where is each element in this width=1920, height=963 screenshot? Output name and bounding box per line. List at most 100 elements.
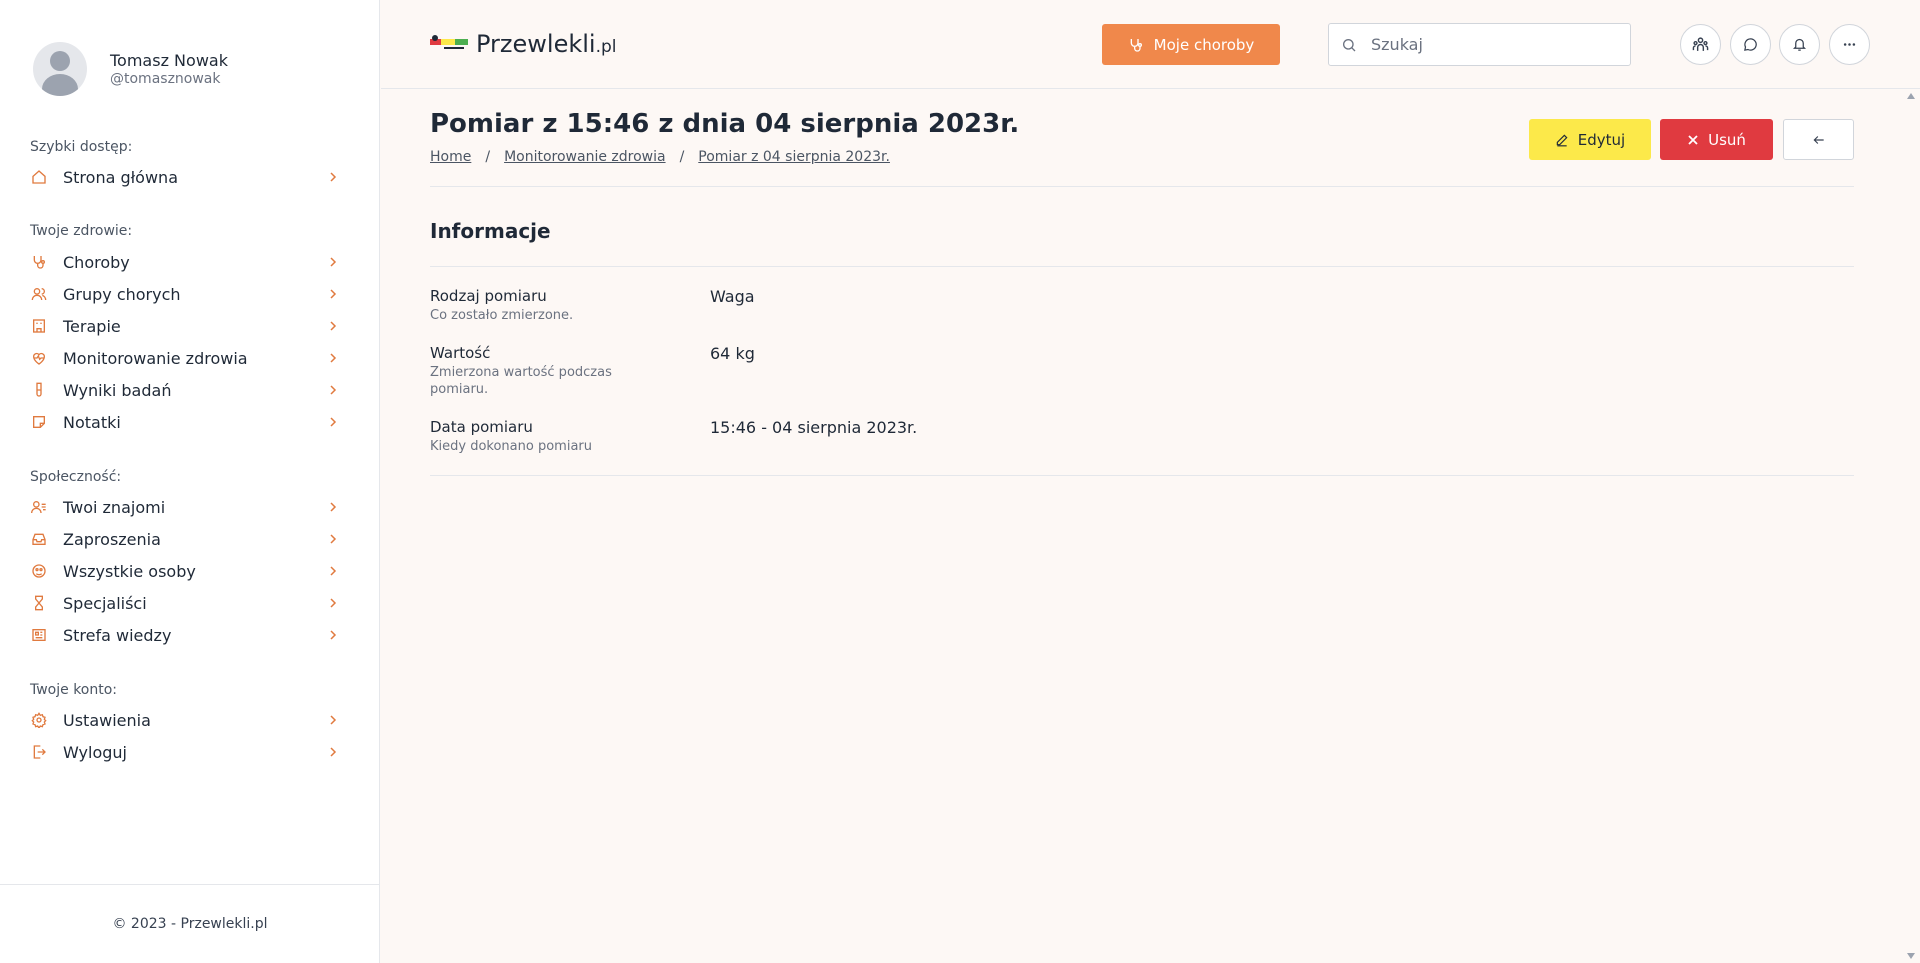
chevron-right-icon bbox=[326, 532, 340, 546]
sidebar-item-label: Grupy chorych bbox=[63, 284, 181, 304]
page-title: Pomiar z 15:46 z dnia 04 sierpnia 2023r. bbox=[430, 109, 1020, 139]
sidebar-item-ustawienia[interactable]: Ustawienia bbox=[30, 706, 340, 734]
chevron-right-icon bbox=[326, 415, 340, 429]
sidebar-item-grupy-chorych[interactable]: Grupy chorych bbox=[30, 280, 340, 308]
back-button[interactable] bbox=[1783, 119, 1854, 160]
messages-button[interactable] bbox=[1730, 24, 1771, 65]
sidebar-item-terapie[interactable]: Terapie bbox=[30, 312, 340, 340]
search-input[interactable] bbox=[1371, 35, 1611, 54]
stethoscope-icon bbox=[30, 253, 48, 271]
people-circle-icon bbox=[30, 562, 48, 580]
search-box[interactable] bbox=[1328, 23, 1631, 66]
sidebar-item-label: Twoi znajomi bbox=[63, 497, 166, 517]
breadcrumb-home[interactable]: Home bbox=[430, 149, 471, 165]
sidebar-item-label: Wyloguj bbox=[63, 742, 127, 762]
scroll-down-arrow-icon[interactable] bbox=[1907, 953, 1915, 959]
scroll-up-arrow-icon[interactable] bbox=[1907, 93, 1915, 99]
arrow-left-icon bbox=[1813, 135, 1824, 144]
sidebar-item-specjalisci[interactable]: Specjaliści bbox=[30, 589, 340, 617]
info-description: Zmierzona wartość podczas pomiaru. bbox=[430, 365, 612, 397]
sidebar-item-label: Choroby bbox=[63, 252, 130, 272]
gear-icon bbox=[30, 711, 48, 729]
newspaper-icon bbox=[30, 626, 48, 644]
logo-mark-icon bbox=[430, 34, 468, 54]
section-title-quick-access: Szybki dostęp: bbox=[30, 139, 133, 155]
info-value: 15:46 - 04 sierpnia 2023r. bbox=[710, 418, 918, 437]
sidebar-footer: © 2023 - Przewlekli.pl bbox=[0, 884, 380, 963]
my-diseases-label: Moje choroby bbox=[1153, 35, 1255, 54]
header-divider bbox=[430, 186, 1854, 187]
bottom-divider bbox=[430, 475, 1854, 476]
more-dots-icon bbox=[1843, 43, 1856, 46]
section-title-health: Twoje zdrowie: bbox=[30, 223, 133, 239]
sidebar-item-wyloguj[interactable]: Wyloguj bbox=[30, 738, 340, 766]
chevron-right-icon bbox=[326, 319, 340, 333]
sidebar-item-zaproszenia[interactable]: Zaproszenia bbox=[30, 525, 340, 553]
info-label: Rodzaj pomiaru bbox=[430, 287, 547, 305]
info-label: Wartość bbox=[430, 344, 491, 362]
chevron-right-icon bbox=[326, 500, 340, 514]
logo-suffix: .pl bbox=[595, 37, 617, 57]
sidebar-item-home[interactable]: Strona główna bbox=[30, 163, 340, 191]
logo[interactable]: Przewlekli.pl bbox=[430, 30, 617, 58]
breadcrumb-separator: / bbox=[679, 149, 685, 165]
chevron-right-icon bbox=[326, 596, 340, 610]
hourglass-icon bbox=[30, 594, 48, 612]
my-diseases-button[interactable]: Moje choroby bbox=[1102, 24, 1280, 65]
building-icon bbox=[30, 317, 48, 335]
info-description: Kiedy dokonano pomiaru bbox=[430, 439, 592, 454]
sidebar-item-wyniki-badan[interactable]: Wyniki badań bbox=[30, 376, 340, 404]
users-icon bbox=[30, 285, 48, 303]
breadcrumb: Home / Monitorowanie zdrowia / Pomiar z … bbox=[430, 149, 890, 165]
sidebar-item-twoi-znajomi[interactable]: Twoi znajomi bbox=[30, 493, 340, 521]
sidebar-item-label: Zaproszenia bbox=[63, 529, 161, 549]
chevron-right-icon bbox=[326, 713, 340, 727]
section-title-account: Twoje konto: bbox=[30, 682, 118, 698]
sidebar-item-notatki[interactable]: Notatki bbox=[30, 408, 340, 436]
section-title: Informacje bbox=[430, 219, 551, 243]
more-button[interactable] bbox=[1829, 24, 1870, 65]
test-tube-icon bbox=[30, 381, 48, 399]
chevron-right-icon bbox=[326, 383, 340, 397]
sidebar-item-label: Wszystkie osoby bbox=[63, 561, 196, 581]
info-value: 64 kg bbox=[710, 344, 755, 363]
avatar bbox=[33, 42, 87, 96]
breadcrumb-current[interactable]: Pomiar z 04 sierpnia 2023r. bbox=[698, 149, 890, 165]
delete-label: Usuń bbox=[1708, 130, 1746, 149]
section-title-community: Społeczność: bbox=[30, 469, 122, 485]
stethoscope-icon bbox=[1130, 38, 1142, 52]
bell-icon bbox=[1792, 38, 1807, 51]
sidebar-item-strefa-wiedzy[interactable]: Strefa wiedzy bbox=[30, 621, 340, 649]
sidebar-item-label: Ustawienia bbox=[63, 710, 151, 730]
sidebar-item-label: Notatki bbox=[63, 412, 121, 432]
scrollbar[interactable] bbox=[1903, 89, 1920, 963]
chevron-right-icon bbox=[326, 351, 340, 365]
profile-name: Tomasz Nowak bbox=[110, 51, 228, 70]
sidebar-item-label: Terapie bbox=[63, 316, 121, 336]
inbox-icon bbox=[30, 530, 48, 548]
breadcrumb-separator: / bbox=[485, 149, 491, 165]
sidebar-item-monitorowanie[interactable]: Monitorowanie zdrowia bbox=[30, 344, 340, 372]
chevron-right-icon bbox=[326, 745, 340, 759]
logout-icon bbox=[30, 743, 48, 761]
edit-button[interactable]: Edytuj bbox=[1529, 119, 1651, 160]
sidebar-item-wszystkie-osoby[interactable]: Wszystkie osoby bbox=[30, 557, 340, 585]
chevron-right-icon bbox=[326, 564, 340, 578]
chevron-right-icon bbox=[326, 628, 340, 642]
chat-icon bbox=[1744, 38, 1757, 51]
profile-handle: @tomasznowak bbox=[110, 71, 221, 87]
sidebar-item-label: Strona główna bbox=[63, 167, 178, 187]
breadcrumb-health-monitoring[interactable]: Monitorowanie zdrowia bbox=[504, 149, 666, 165]
delete-button[interactable]: Usuń bbox=[1660, 119, 1773, 160]
chevron-right-icon bbox=[326, 287, 340, 301]
notifications-button[interactable] bbox=[1779, 24, 1820, 65]
sidebar-item-choroby[interactable]: Choroby bbox=[30, 248, 340, 276]
sidebar-item-label: Wyniki badań bbox=[63, 380, 172, 400]
info-label: Data pomiaru bbox=[430, 418, 533, 436]
search-icon bbox=[1341, 37, 1357, 53]
logo-text: Przewlekli bbox=[476, 30, 596, 58]
groups-button[interactable] bbox=[1680, 24, 1721, 65]
info-description: Co zostało zmierzone. bbox=[430, 308, 574, 323]
user-profile[interactable]: Tomasz Nowak @tomasznowak bbox=[33, 42, 228, 96]
close-icon bbox=[1688, 134, 1698, 145]
